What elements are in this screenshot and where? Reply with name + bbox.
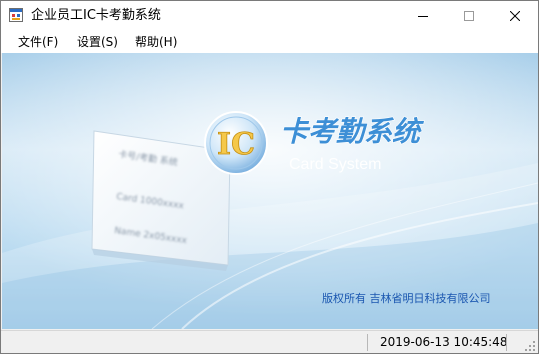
banner-area: 卡号/考勤 系统 Card 1000xxxx Name 2x05xxxx IC … xyxy=(2,53,538,329)
minimize-button[interactable] xyxy=(400,1,446,31)
copyright-text: 版权所有 吉林省明日科技有限公司 xyxy=(322,291,491,305)
minimize-icon xyxy=(418,16,428,17)
ic-logo: IC xyxy=(204,111,268,175)
menu-bar: 文件(F) 设置(S) 帮助(H) xyxy=(1,31,538,54)
logo-letters: IC xyxy=(217,127,255,162)
main-window: 企业员工IC卡考勤系统 文件(F) 设置(S) 帮助(H) 卡号/考勤 系统 C… xyxy=(0,0,539,354)
close-icon xyxy=(510,11,520,21)
banner-subheading: Card System xyxy=(289,156,381,173)
title-bar[interactable]: 企业员工IC卡考勤系统 xyxy=(1,1,538,31)
maximize-button[interactable] xyxy=(446,1,492,31)
banner-heading: 卡考勤系统 xyxy=(280,115,425,148)
maximize-icon xyxy=(464,11,474,21)
menu-file[interactable]: 文件(F) xyxy=(18,33,58,51)
resize-grip-icon[interactable] xyxy=(524,340,536,352)
menu-help[interactable]: 帮助(H) xyxy=(135,33,177,51)
banner-image: 卡号/考勤 系统 Card 1000xxxx Name 2x05xxxx IC … xyxy=(2,53,538,329)
status-divider xyxy=(506,334,507,351)
status-bar: 2019-06-13 10:45:48 xyxy=(1,330,538,353)
app-window-icon xyxy=(9,8,23,22)
close-button[interactable] xyxy=(492,1,538,31)
window-title: 企业员工IC卡考勤系统 xyxy=(31,8,161,23)
status-panel-left xyxy=(9,334,368,351)
menu-settings[interactable]: 设置(S) xyxy=(77,33,118,51)
status-datetime: 2019-06-13 10:45:48 xyxy=(380,335,508,349)
